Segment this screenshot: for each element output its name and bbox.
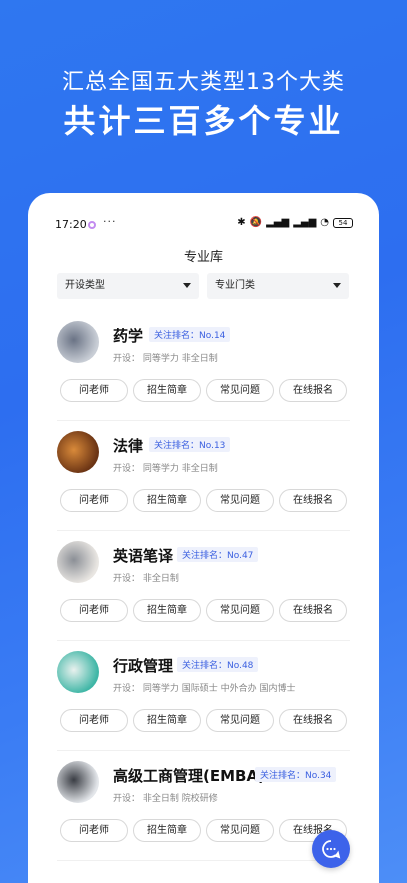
major-list: 药学 关注排名：No.14 开设： 同等学力 非全日制 问老师 招生简章 常见问… — [28, 311, 379, 861]
signal2-icon: ▂▄▆ — [293, 217, 317, 228]
rank-badge: 关注排名：No.14 — [149, 327, 231, 342]
faq-button[interactable]: 常见问题 — [206, 709, 274, 732]
action-buttons: 问老师 招生简章 常见问题 在线报名 — [60, 819, 347, 842]
more-dots-icon: ··· — [103, 215, 117, 228]
major-item[interactable]: 药学 关注排名：No.14 开设： 同等学力 非全日制 问老师 招生简章 常见问… — [57, 311, 350, 421]
signal-icon: ▂▄▆ — [266, 217, 290, 228]
major-name: 药学 — [113, 327, 144, 345]
admission-guide-button[interactable]: 招生简章 — [133, 709, 201, 732]
action-buttons: 问老师 招生简章 常见问题 在线报名 — [60, 599, 347, 622]
admission-guide-button[interactable]: 招生简章 — [133, 379, 201, 402]
rank-badge: 关注排名：No.34 — [255, 767, 337, 782]
major-thumbnail — [57, 541, 99, 583]
major-thumbnail — [57, 651, 99, 693]
ask-teacher-button[interactable]: 问老师 — [60, 599, 128, 622]
major-name: 高级工商管理(EMBA) — [113, 767, 265, 785]
banner-title: 共计三百多个专业 — [63, 102, 344, 140]
major-item[interactable]: 英语笔译 关注排名：No.47 开设： 非全日制 问老师 招生简章 常见问题 在… — [57, 531, 350, 641]
major-tags: 开设： 同等学力 非全日制 — [113, 464, 218, 474]
filter-open-type[interactable]: 开设类型 — [57, 273, 199, 299]
page-title: 专业库 — [183, 250, 223, 265]
major-name: 法律 — [113, 437, 144, 455]
caret-down-icon — [183, 283, 191, 288]
faq-button[interactable]: 常见问题 — [206, 379, 274, 402]
major-item[interactable]: 高级工商管理(EMBA) 关注排名：No.34 开设： 非全日制 院校研修 问老… — [57, 751, 350, 861]
faq-button[interactable]: 常见问题 — [206, 489, 274, 512]
faq-button[interactable]: 常见问题 — [206, 599, 274, 622]
app-indicator-icon — [88, 221, 96, 229]
apply-online-button[interactable]: 在线报名 — [279, 599, 347, 622]
apply-online-button[interactable]: 在线报名 — [279, 379, 347, 402]
caret-down-icon — [333, 283, 341, 288]
wifi-icon: ◔ — [320, 217, 329, 228]
ask-teacher-button[interactable]: 问老师 — [60, 819, 128, 842]
phone-screen: 17:20 ··· ✱ 🔕 ▂▄▆ ▂▄▆ ◔ 54 专业库 开设类型 专业门类… — [28, 193, 379, 883]
major-item[interactable]: 法律 关注排名：No.13 开设： 同等学力 非全日制 问老师 招生简章 常见问… — [57, 421, 350, 531]
mute-icon: 🔕 — [249, 217, 263, 228]
filter-label: 专业门类 — [215, 280, 255, 291]
action-buttons: 问老师 招生简章 常见问题 在线报名 — [60, 379, 347, 402]
apply-online-button[interactable]: 在线报名 — [279, 709, 347, 732]
ask-teacher-button[interactable]: 问老师 — [60, 489, 128, 512]
ask-teacher-button[interactable]: 问老师 — [60, 379, 128, 402]
admission-guide-button[interactable]: 招生简章 — [133, 819, 201, 842]
major-item[interactable]: 行政管理 关注排名：No.48 开设： 同等学力 国际硕士 中外合办 国内博士 … — [57, 641, 350, 751]
apply-online-button[interactable]: 在线报名 — [279, 489, 347, 512]
bluetooth-icon: ✱ — [237, 217, 246, 228]
major-thumbnail — [57, 761, 99, 803]
banner-subtitle: 汇总全国五大类型13个大类 — [62, 70, 345, 95]
major-tags: 开设： 非全日制 — [113, 574, 179, 584]
filter-bar: 开设类型 专业门类 — [57, 273, 349, 299]
action-buttons: 问老师 招生简章 常见问题 在线报名 — [60, 489, 347, 512]
major-name: 行政管理 — [113, 657, 174, 675]
action-buttons: 问老师 招生简章 常见问题 在线报名 — [60, 709, 347, 732]
status-icons: ✱ 🔕 ▂▄▆ ▂▄▆ ◔ 54 — [237, 217, 353, 228]
major-thumbnail — [57, 321, 99, 363]
major-tags: 开设： 非全日制 院校研修 — [113, 794, 218, 804]
rank-badge: 关注排名：No.13 — [149, 437, 231, 452]
faq-button[interactable]: 常见问题 — [206, 819, 274, 842]
rank-badge: 关注排名：No.48 — [177, 657, 259, 672]
major-tags: 开设： 同等学力 国际硕士 中外合办 国内博士 — [113, 684, 296, 694]
admission-guide-button[interactable]: 招生简章 — [133, 489, 201, 512]
ask-teacher-button[interactable]: 问老师 — [60, 709, 128, 732]
chat-fab-button[interactable] — [312, 830, 350, 868]
admission-guide-button[interactable]: 招生简章 — [133, 599, 201, 622]
rank-badge: 关注排名：No.47 — [177, 547, 259, 562]
battery-icon: 54 — [333, 217, 353, 228]
status-time: 17:20 — [55, 218, 87, 231]
major-tags: 开设： 同等学力 非全日制 — [113, 354, 218, 364]
chat-icon — [322, 840, 341, 859]
major-name: 英语笔译 — [113, 547, 174, 565]
filter-category[interactable]: 专业门类 — [207, 273, 349, 299]
filter-label: 开设类型 — [65, 280, 105, 291]
status-bar: 17:20 ··· ✱ 🔕 ▂▄▆ ▂▄▆ ◔ 54 — [28, 193, 379, 233]
major-thumbnail — [57, 431, 99, 473]
